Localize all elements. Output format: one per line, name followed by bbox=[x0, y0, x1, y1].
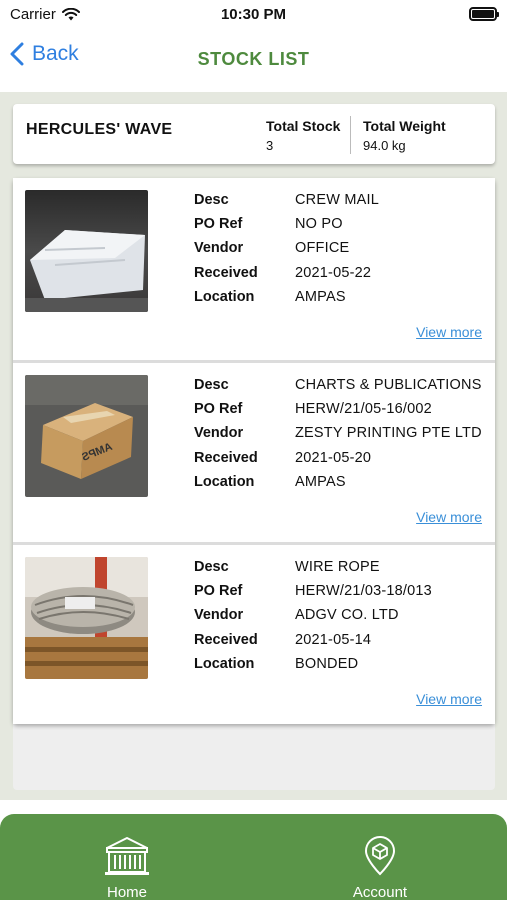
total-weight: Total Weight 94.0 kg bbox=[363, 118, 446, 153]
desc-row: Desc CHARTS & PUBLICATIONS bbox=[194, 377, 482, 397]
location-label: Location bbox=[194, 289, 255, 305]
tab-home[interactable]: Home bbox=[67, 836, 187, 900]
desc-value: WIRE ROPE bbox=[295, 559, 380, 575]
stock-item-card[interactable]: Desc CREW MAIL PO Ref NO PO Vendor OFFIC… bbox=[13, 178, 495, 360]
nav-bar: Back STOCK LIST bbox=[0, 28, 507, 90]
received-label: Received bbox=[194, 450, 258, 466]
desc-label: Desc bbox=[194, 192, 229, 208]
summary-divider bbox=[350, 116, 351, 154]
location-label: Location bbox=[194, 656, 255, 672]
stock-list: Desc CREW MAIL PO Ref NO PO Vendor OFFIC… bbox=[13, 178, 495, 724]
status-bar: Carrier 10:30 PM bbox=[0, 0, 507, 28]
tab-account-label: Account bbox=[352, 884, 408, 900]
po-ref-row: PO Ref NO PO bbox=[194, 216, 343, 236]
white-parcel-photo[interactable] bbox=[25, 190, 148, 312]
vendor-value: ZESTY PRINTING PTE LTD bbox=[295, 425, 482, 441]
wifi-icon bbox=[61, 7, 80, 20]
view-more-link[interactable]: View more bbox=[416, 691, 482, 707]
location-row: Location AMPAS bbox=[194, 289, 346, 309]
received-label: Received bbox=[194, 632, 258, 648]
total-stock: Total Stock 3 bbox=[266, 118, 340, 153]
po-ref-label: PO Ref bbox=[194, 401, 243, 417]
vendor-value: ADGV CO. LTD bbox=[295, 607, 399, 623]
desc-row: Desc WIRE ROPE bbox=[194, 559, 380, 579]
location-row: Location AMPAS bbox=[194, 474, 346, 494]
received-value: 2021-05-22 bbox=[295, 265, 372, 281]
received-row: Received 2021-05-22 bbox=[194, 265, 371, 285]
cardboard-box-photo[interactable]: AMPS bbox=[25, 375, 148, 497]
status-left: Carrier bbox=[10, 6, 80, 23]
view-more-link[interactable]: View more bbox=[416, 509, 482, 525]
po-ref-row: PO Ref HERW/21/05-16/002 bbox=[194, 401, 432, 421]
total-stock-label: Total Stock bbox=[266, 118, 341, 134]
received-row: Received 2021-05-14 bbox=[194, 632, 371, 652]
stock-list-panel: Desc CREW MAIL PO Ref NO PO Vendor OFFIC… bbox=[13, 178, 495, 790]
received-value: 2021-05-20 bbox=[295, 450, 372, 466]
po-ref-label: PO Ref bbox=[194, 216, 243, 232]
vendor-value: OFFICE bbox=[295, 240, 350, 256]
carrier-label: Carrier bbox=[10, 5, 56, 23]
desc-value: CHARTS & PUBLICATIONS bbox=[295, 377, 482, 393]
vessel-summary-card: HERCULES' WAVE Total Stock 3 Total Weigh… bbox=[13, 104, 495, 164]
vendor-row: Vendor ADGV CO. LTD bbox=[194, 607, 399, 627]
location-value: BONDED bbox=[295, 656, 359, 672]
vendor-label: Vendor bbox=[194, 425, 244, 441]
wire-rope-coil-photo[interactable] bbox=[25, 557, 148, 679]
po-ref-value: HERW/21/05-16/002 bbox=[295, 401, 432, 417]
vendor-row: Vendor OFFICE bbox=[194, 240, 349, 260]
location-pin-icon bbox=[364, 836, 396, 876]
received-label: Received bbox=[194, 265, 258, 281]
view-more-link[interactable]: View more bbox=[416, 324, 482, 340]
desc-value: CREW MAIL bbox=[295, 192, 379, 208]
tab-home-label: Home bbox=[106, 884, 147, 900]
location-value: AMPAS bbox=[295, 289, 346, 305]
stock-item-card[interactable]: Desc WIRE ROPE PO Ref HERW/21/03-18/013 … bbox=[13, 542, 495, 724]
location-row: Location BONDED bbox=[194, 656, 358, 676]
location-value: AMPAS bbox=[295, 474, 346, 490]
po-ref-row: PO Ref HERW/21/03-18/013 bbox=[194, 583, 432, 603]
vendor-row: Vendor ZESTY PRINTING PTE LTD bbox=[194, 425, 482, 445]
vessel-name: HERCULES' WAVE bbox=[26, 121, 173, 138]
received-row: Received 2021-05-20 bbox=[194, 450, 371, 470]
po-ref-value: HERW/21/03-18/013 bbox=[295, 583, 432, 599]
battery-icon bbox=[469, 7, 499, 21]
stock-item-card[interactable]: AMPS Desc CHARTS & PUBLICATIONS PO Ref H… bbox=[13, 360, 495, 542]
total-weight-label: Total Weight bbox=[363, 118, 446, 134]
vendor-label: Vendor bbox=[194, 240, 244, 256]
tab-bar: Home Account bbox=[0, 814, 507, 900]
vendor-label: Vendor bbox=[194, 607, 244, 623]
location-label: Location bbox=[194, 474, 255, 490]
po-ref-value: NO PO bbox=[295, 216, 343, 232]
content-area[interactable]: HERCULES' WAVE Total Stock 3 Total Weigh… bbox=[0, 92, 507, 800]
page-title: STOCK LIST bbox=[197, 49, 310, 69]
desc-row: Desc CREW MAIL bbox=[194, 192, 379, 212]
desc-label: Desc bbox=[194, 559, 229, 575]
tab-account[interactable]: Account bbox=[320, 836, 440, 900]
received-value: 2021-05-14 bbox=[295, 632, 372, 648]
warehouse-icon bbox=[105, 837, 149, 875]
total-weight-value: 94.0 kg bbox=[363, 138, 406, 153]
total-stock-value: 3 bbox=[266, 138, 274, 153]
desc-label: Desc bbox=[194, 377, 229, 393]
po-ref-label: PO Ref bbox=[194, 583, 243, 599]
